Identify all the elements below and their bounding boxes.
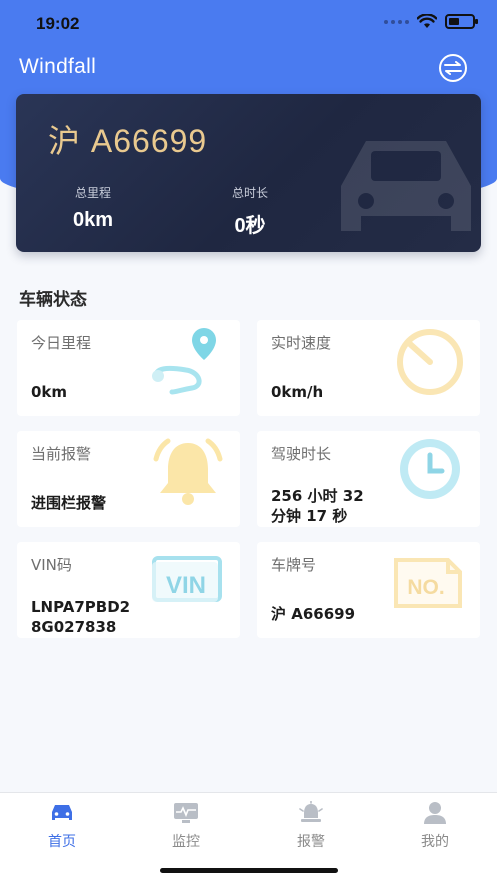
vehicle-summary-card[interactable]: 沪 A66699 总里程 0km 总时长 0秒 (16, 94, 481, 252)
tile-label: 当前报警 (31, 445, 92, 463)
vin-tile[interactable]: VIN码 LNPA7PBD2 8G027838 VIN (17, 542, 240, 638)
switch-vehicle-button[interactable] (439, 54, 467, 82)
total-mileage-stat: 总里程 0km (28, 184, 158, 232)
tile-value-line: 8G027838 (31, 618, 117, 636)
plate-no-icon: NO. (394, 558, 462, 608)
tile-label: 今日里程 (31, 334, 92, 352)
alarm-icon (299, 801, 323, 822)
tile-label: VIN码 (31, 556, 72, 574)
total-duration-label: 总时长 (231, 186, 268, 200)
tab-label: 首页 (48, 834, 76, 850)
home-indicator (160, 868, 338, 873)
status-bar: 19:02 (0, 0, 497, 50)
tile-value: LNPA7PBD2 8G027838 (31, 597, 130, 637)
wifi-icon (417, 14, 437, 28)
tile-value-line: 分钟 17 秒 (271, 507, 348, 525)
tab-label: 报警 (297, 834, 325, 850)
tile-value: 沪 A66699 (271, 605, 356, 623)
vehicle-status-title: 车辆状态 (19, 290, 87, 310)
clock-icon (400, 439, 460, 499)
speedometer-icon (397, 329, 463, 395)
realtime-speed-tile[interactable]: 实时速度 0km/h (257, 320, 480, 416)
battery-icon (445, 14, 478, 29)
tile-label: 驾驶时长 (271, 445, 332, 463)
tab-home[interactable]: 首页 (12, 801, 112, 851)
total-duration-stat: 总时长 0秒 (185, 184, 315, 238)
current-alarm-tile[interactable]: 当前报警 进围栏报警 (17, 431, 240, 527)
today-mileage-tile[interactable]: 今日里程 0km (17, 320, 240, 416)
route-icon (152, 328, 216, 395)
car-icon (52, 805, 72, 820)
tab-monitor[interactable]: 监控 (136, 801, 236, 851)
car-watermark-icon (341, 141, 471, 231)
vehicle-plate: 沪 A66699 (48, 123, 208, 159)
user-icon (424, 802, 446, 824)
tile-label: 车牌号 (271, 556, 317, 574)
total-duration-value: 0秒 (234, 215, 266, 237)
tab-mine[interactable]: 我的 (385, 801, 485, 851)
tile-value: 0km/h (271, 383, 324, 401)
tile-value: 256 小时 32 分钟 17 秒 (271, 486, 364, 526)
vin-icon-text: VIN (166, 572, 206, 599)
plate-no-icon-text: NO. (407, 576, 444, 599)
bell-icon (153, 438, 223, 505)
tile-label: 实时速度 (271, 334, 332, 352)
tile-value: 进围栏报警 (31, 494, 107, 512)
tab-alarm[interactable]: 报警 (261, 801, 361, 851)
tile-value: 0km (31, 383, 68, 401)
status-icons (384, 14, 478, 29)
tile-value-line: LNPA7PBD2 (31, 598, 131, 616)
tile-value-line: 256 小时 32 (271, 487, 364, 505)
app-title: Windfall (19, 55, 97, 78)
monitor-icon (174, 803, 198, 823)
total-mileage-label: 总里程 (74, 186, 111, 200)
tab-label: 我的 (421, 834, 449, 850)
status-time: 19:02 (36, 14, 80, 33)
vin-icon: VIN (152, 556, 222, 602)
driving-duration-tile[interactable]: 驾驶时长 256 小时 32 分钟 17 秒 (257, 431, 480, 527)
tab-label: 监控 (172, 834, 200, 850)
total-mileage-value: 0km (72, 209, 114, 231)
signal-dots-icon (384, 19, 409, 24)
swap-icon (444, 61, 462, 75)
plate-number-tile[interactable]: 车牌号 沪 A66699 NO. (257, 542, 480, 638)
